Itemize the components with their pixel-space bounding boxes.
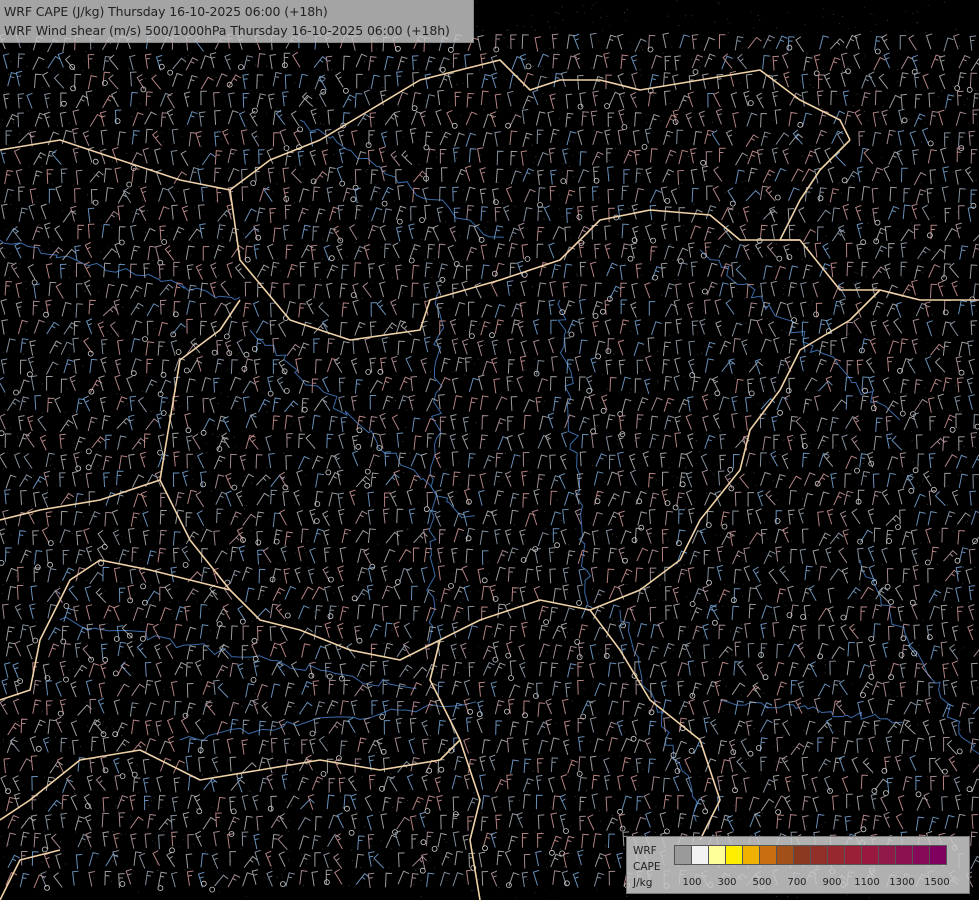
legend-tick-label: 1300 bbox=[889, 877, 915, 888]
legend-tick-label: 900 bbox=[822, 877, 842, 888]
wind-barbs bbox=[0, 32, 979, 893]
legend-color-scale bbox=[674, 845, 947, 865]
legend-swatch bbox=[929, 845, 947, 865]
cape-legend: WRF CAPE J/kg 100 300 500 700 900 1100 1300 150… bbox=[626, 836, 970, 894]
legend-swatch bbox=[742, 845, 760, 865]
legend-swatch bbox=[895, 845, 913, 865]
wind-shear-title: WRF Wind shear (m/s) 500/1000hPa Thursda… bbox=[4, 23, 450, 38]
legend-swatch bbox=[810, 845, 828, 865]
legend-swatch bbox=[878, 845, 896, 865]
legend-swatch bbox=[776, 845, 794, 865]
legend-swatch bbox=[691, 845, 709, 865]
legend-swatch bbox=[708, 845, 726, 865]
weather-map bbox=[0, 0, 979, 900]
legend-tick-label: 700 bbox=[787, 877, 807, 888]
legend-swatch bbox=[725, 845, 743, 865]
legend-swatch bbox=[793, 845, 811, 865]
legend-swatch bbox=[912, 845, 930, 865]
legend-swatch bbox=[861, 845, 879, 865]
legend-swatch bbox=[827, 845, 845, 865]
legend-tick-label: 500 bbox=[752, 877, 772, 888]
legend-unit-label: J/kg bbox=[633, 877, 653, 889]
legend-model-label: WRF bbox=[633, 845, 657, 857]
legend-swatch bbox=[759, 845, 777, 865]
map-canvas bbox=[0, 0, 979, 900]
cape-title: WRF CAPE (J/kg) Thursday 16-10-2025 06:0… bbox=[4, 4, 328, 19]
legend-tick-label: 1500 bbox=[924, 877, 950, 888]
legend-variable-label: CAPE bbox=[633, 861, 661, 873]
map-title-box: WRF CAPE (J/kg) Thursday 16-10-2025 06:0… bbox=[0, 0, 474, 43]
legend-tick-label: 100 bbox=[682, 877, 702, 888]
rivers bbox=[0, 119, 979, 822]
legend-swatch bbox=[674, 845, 692, 865]
legend-swatch bbox=[844, 845, 862, 865]
legend-tick-label: 300 bbox=[717, 877, 737, 888]
legend-tick-label: 1100 bbox=[854, 877, 880, 888]
map-texture bbox=[0, 0, 979, 899]
